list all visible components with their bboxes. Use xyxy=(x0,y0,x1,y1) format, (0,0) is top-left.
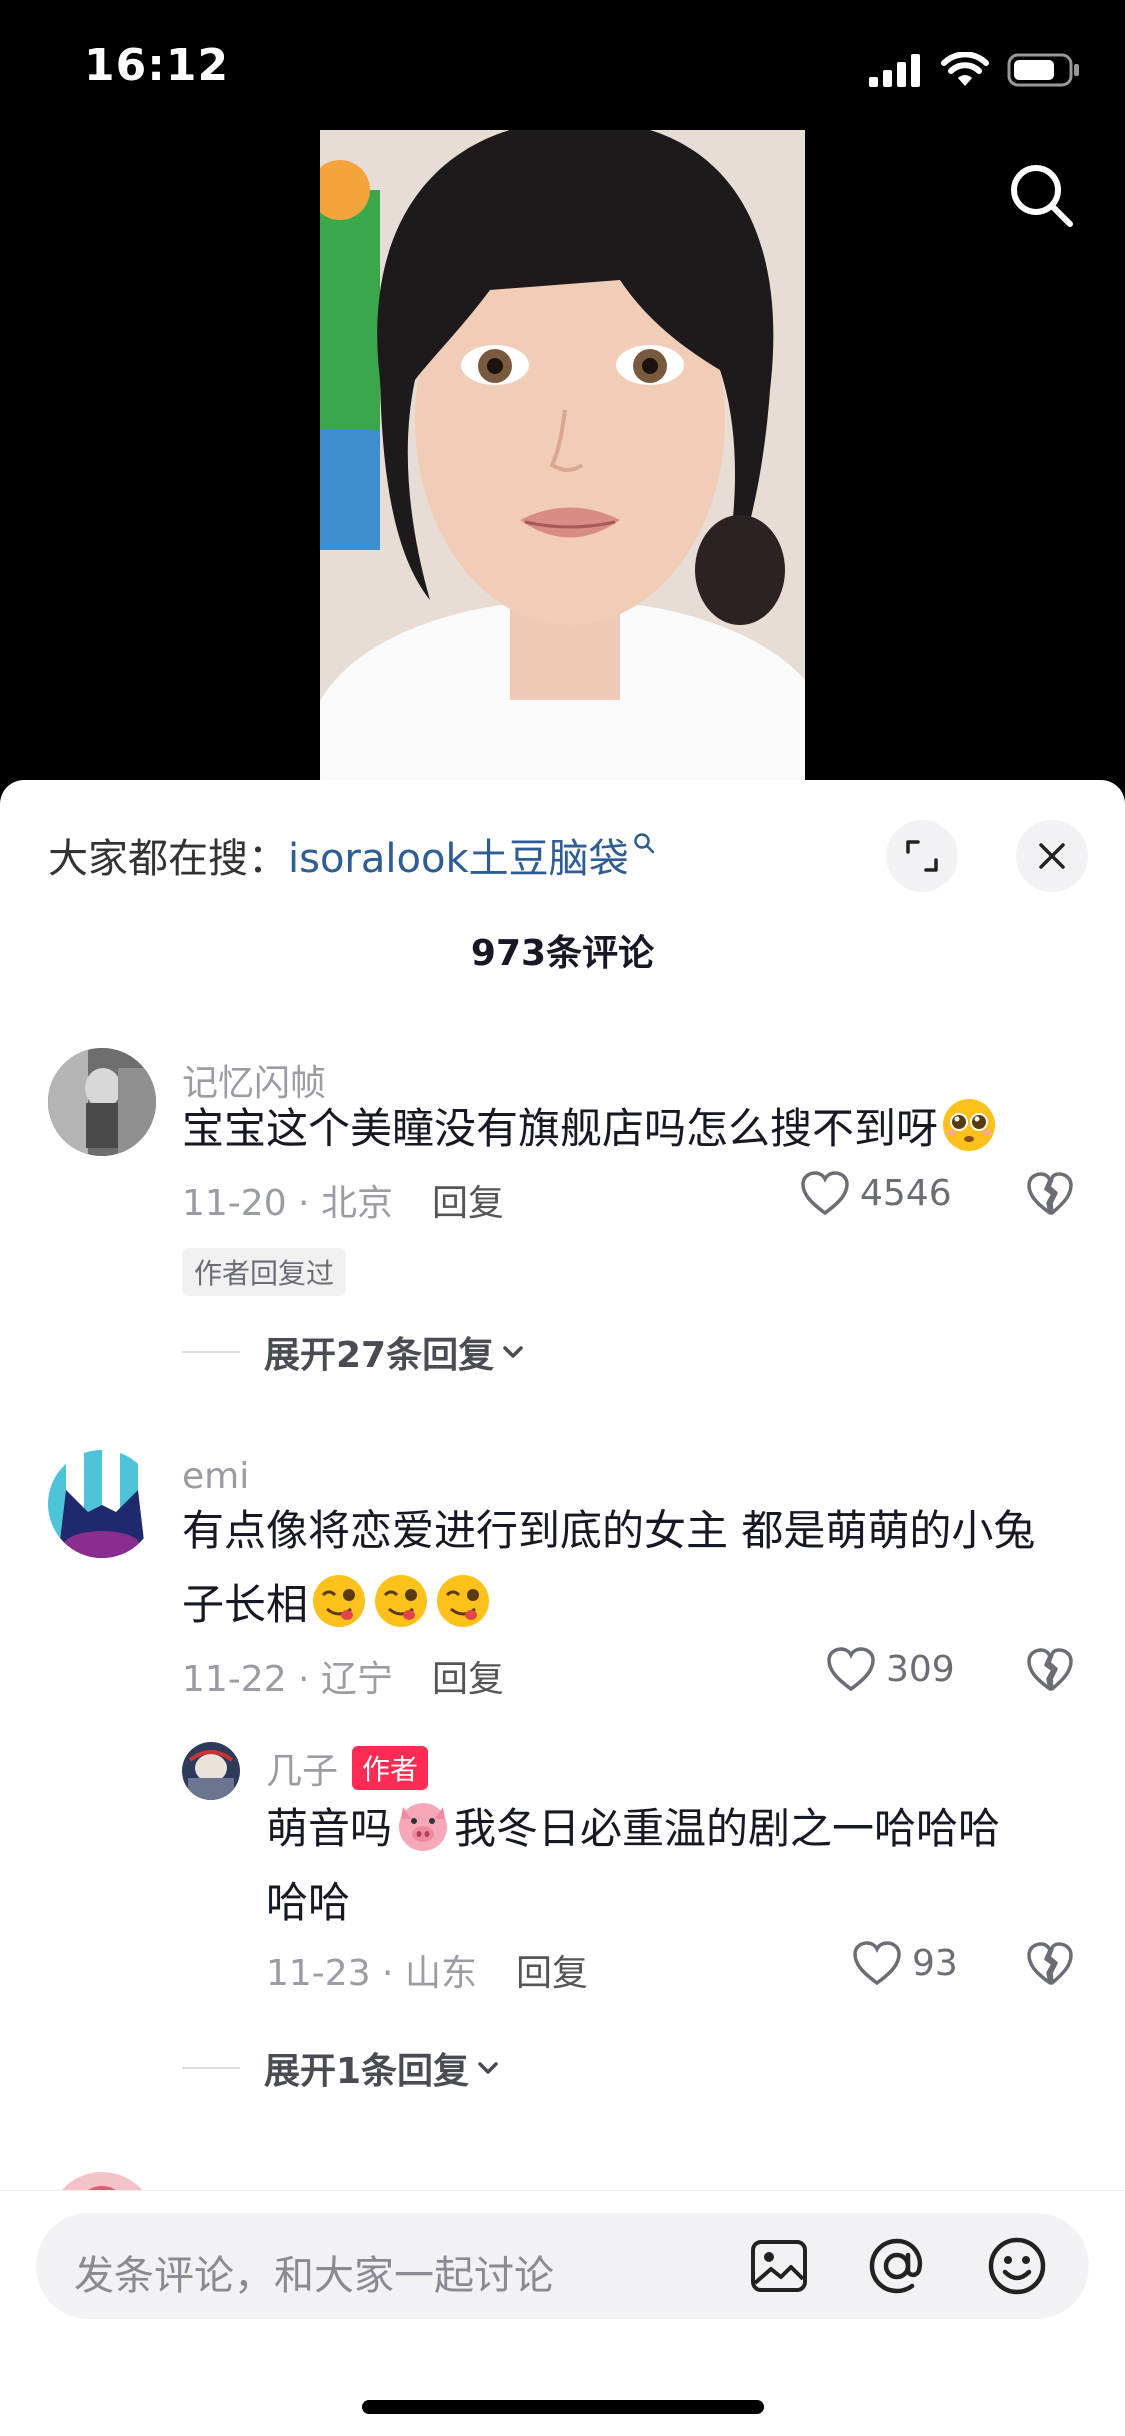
suggestion-prefix: 大家都在搜： xyxy=(48,836,288,882)
expand-icon xyxy=(906,840,938,872)
comment-panel: 大家都在搜：isoralook土豆脑袋 973条评论 记忆闪帧 宝宝这个美瞳没有… xyxy=(0,780,1125,2436)
status-bar: 16:12 xyxy=(0,0,1125,130)
status-time: 16:12 xyxy=(84,40,230,91)
yummy-face-emoji xyxy=(375,1575,428,1627)
heart-icon xyxy=(853,1941,901,1986)
like-button[interactable]: 4546 xyxy=(800,1170,952,1216)
reply-avatar[interactable] xyxy=(182,1742,240,1800)
search-icon xyxy=(633,833,654,854)
portrait-illustration xyxy=(320,130,805,780)
mention-button[interactable] xyxy=(866,2235,928,2297)
author-tag: 作者 xyxy=(352,1746,429,1790)
reply-text: 萌音吗 我冬日必重温的剧之一哈哈哈 哈哈 xyxy=(266,1792,1066,1940)
like-count: 309 xyxy=(886,1648,955,1690)
close-button[interactable] xyxy=(1016,820,1088,892)
yummy-face-emoji xyxy=(437,1575,490,1627)
expand-replies-button[interactable]: 展开27条回复 xyxy=(182,1326,526,1378)
image-icon xyxy=(751,2240,807,2292)
chevron-down-icon xyxy=(478,2062,498,2074)
comment-text: 有点像将恋爱进行到底的女主 都是萌萌的小兔 子长相 xyxy=(182,1494,1082,1642)
expand-replies-label: 展开1条回复 xyxy=(264,2051,470,2092)
comment-text-line: 有点像将恋爱进行到底的女主 都是萌萌的小兔 xyxy=(182,1506,1036,1555)
comment-item: 记忆闪帧 宝宝这个美瞳没有旗舰店吗怎么搜不到呀 11-20 · 北京 回复 45… xyxy=(0,1048,1125,1378)
status-icons xyxy=(869,50,1081,90)
author-replied-badge: 作者回复过 xyxy=(182,1248,347,1296)
broken-heart-icon[interactable] xyxy=(1026,1172,1074,1216)
heart-icon xyxy=(801,1171,849,1216)
at-icon xyxy=(869,2238,923,2294)
comment-input-placeholder: 发条评论，和大家一起讨论 xyxy=(74,2253,554,2299)
reply-username-row: 几子 作者 xyxy=(266,1742,429,1794)
reply-button[interactable]: 回复 xyxy=(432,1650,504,1702)
yummy-face-emoji xyxy=(313,1575,366,1627)
comment-date-location: 11-22 · 辽宁 xyxy=(182,1659,393,1700)
reply-button[interactable]: 回复 xyxy=(516,1944,588,1996)
reply-text-line-1: 萌音吗 我冬日必重温的剧之一哈哈哈 xyxy=(266,1792,1066,1866)
image-button[interactable] xyxy=(748,2235,810,2297)
pleading-face-emoji xyxy=(943,1099,996,1151)
comment-username[interactable]: emi xyxy=(182,1456,249,1497)
expand-button[interactable] xyxy=(886,820,958,892)
avatar[interactable] xyxy=(48,1450,156,1558)
emoji-button[interactable] xyxy=(986,2235,1048,2297)
like-count: 93 xyxy=(912,1942,958,1984)
reply-text-part: 萌音吗 xyxy=(266,1804,393,1853)
divider xyxy=(182,1351,240,1353)
heart-icon xyxy=(827,1647,875,1692)
reply-button[interactable]: 回复 xyxy=(432,1174,504,1226)
avatar[interactable] xyxy=(48,1048,156,1156)
comment-text-line-2: 子长相 xyxy=(182,1568,1082,1642)
battery-icon xyxy=(1007,53,1079,87)
like-count: 4546 xyxy=(860,1172,952,1214)
reply-username[interactable]: 几子 xyxy=(266,1751,338,1792)
divider xyxy=(182,2067,240,2069)
video-thumbnail[interactable] xyxy=(320,130,805,780)
signal-icon xyxy=(869,54,920,87)
comment-text-content: 宝宝这个美瞳没有旗舰店吗怎么搜不到呀 xyxy=(182,1104,939,1153)
comment-text-line: 子长相 xyxy=(182,1580,309,1629)
like-button[interactable]: 309 xyxy=(826,1646,955,1692)
expand-replies-button[interactable]: 展开1条回复 xyxy=(182,2042,501,2094)
comment-text: 宝宝这个美瞳没有旗舰店吗怎么搜不到呀 xyxy=(182,1092,1000,1166)
reply-date-location: 11-23 · 山东 xyxy=(266,1953,477,1994)
search-icon[interactable] xyxy=(1006,160,1076,230)
home-indicator xyxy=(362,2400,764,2414)
comment-count-title: 973条评论 xyxy=(470,933,655,974)
chevron-down-icon xyxy=(503,1346,523,1358)
pig-face-emoji xyxy=(399,1803,448,1851)
close-icon xyxy=(1039,843,1065,869)
reply-text-line-2: 哈哈 xyxy=(266,1878,351,1927)
reply-text-part: 我冬日必重温的剧之一哈哈哈 xyxy=(454,1804,1001,1853)
suggestion-term[interactable]: isoralook土豆脑袋 xyxy=(288,836,629,882)
like-button[interactable]: 93 xyxy=(852,1940,958,1986)
broken-heart-icon[interactable] xyxy=(1026,1648,1074,1692)
comment-input[interactable]: 发条评论，和大家一起讨论 xyxy=(36,2213,1089,2319)
smiley-icon xyxy=(988,2237,1046,2295)
comment-date-location: 11-20 · 北京 xyxy=(182,1183,393,1224)
wifi-icon xyxy=(941,52,989,86)
expand-replies-label: 展开27条回复 xyxy=(264,1335,495,1376)
search-suggestion[interactable]: 大家都在搜：isoralook土豆脑袋 xyxy=(48,826,655,884)
comment-item: emi 有点像将恋爱进行到底的女主 都是萌萌的小兔 子长相 11-22 · 辽宁… xyxy=(0,1450,1125,2210)
broken-heart-icon[interactable] xyxy=(1026,1942,1074,1986)
video-player[interactable] xyxy=(0,130,1125,780)
